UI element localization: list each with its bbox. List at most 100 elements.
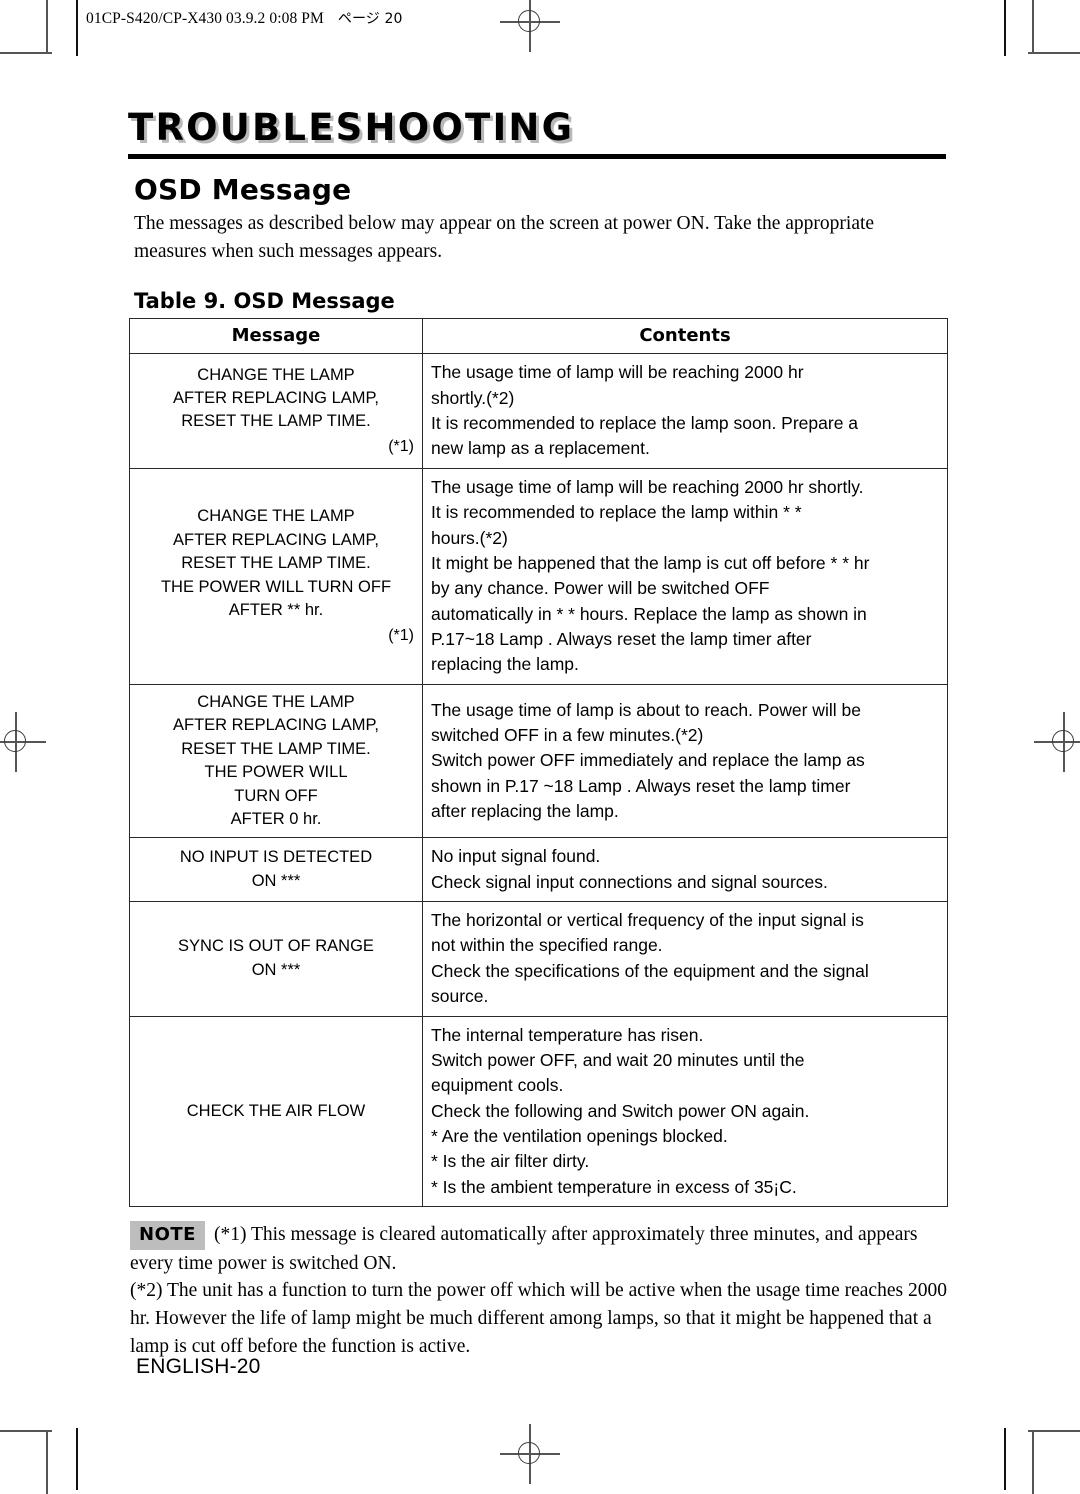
table-cell-contents: The internal temperature has risen. Swit… (422, 1015, 948, 1208)
page-footer: ENGLISH-20 (136, 1355, 261, 1378)
contents-line: * Are the ventilation openings blocked. (431, 1126, 728, 1147)
cropmark-bottom-right-vertical (1032, 1432, 1034, 1494)
table-row: CHANGE THE LAMP AFTER REPLACING LAMP, RE… (129, 353, 948, 469)
contents-line: after replacing the lamp. (431, 801, 619, 822)
page-rule-left-bottom (76, 1428, 78, 1490)
table-cell-contents: The usage time of lamp will be reaching … (422, 467, 948, 685)
registration-mark-right (1034, 712, 1080, 772)
contents-line: The usage time of lamp is about to reach… (431, 699, 861, 720)
contents-line: hours.(*2) (431, 527, 508, 548)
table-caption: Table 9. OSD Message (134, 289, 395, 314)
message-line: ON *** (251, 960, 301, 979)
contents-line: It is recommended to replace the lamp wi… (431, 502, 802, 523)
contents-line: P.17~18 Lamp . Always reset the lamp tim… (431, 629, 812, 650)
contents-line: switched OFF in a few minutes.(*2) (431, 725, 704, 746)
message-line: ON *** (251, 871, 301, 890)
contents-line: replacing the lamp. (431, 654, 579, 675)
contents-line: Check signal input connections and signa… (431, 871, 828, 892)
document-header-page-label: ページ 20 (337, 11, 403, 27)
message-footnote-ref: (*1) (388, 626, 414, 644)
message-line: NO INPUT IS DETECTED (179, 848, 373, 867)
table-cell-message: CHANGE THE LAMP AFTER REPLACING LAMP, RE… (129, 683, 423, 839)
note-paragraph-1: NOTE (*1) This message is cleared automat… (130, 1221, 948, 1277)
table-body: CHANGE THE LAMP AFTER REPLACING LAMP, RE… (129, 353, 948, 1208)
document-header-filename: 01CP-S420/CP-X430 03.9.2 0:08 PM (86, 10, 324, 27)
message-footnote-ref: (*1) (388, 437, 414, 455)
table-cell-message: NO INPUT IS DETECTED ON *** (129, 837, 423, 903)
message-line: AFTER REPLACING LAMP, (172, 716, 379, 735)
note-paragraph-2: (*2) The unit has a function to turn the… (130, 1277, 948, 1360)
table-cell-message: CHECK THE AIR FLOW (129, 1015, 423, 1208)
message-line: SYNC IS OUT OF RANGE (178, 937, 374, 956)
note-paragraph-1-text: (*1) This message is cleared automatical… (130, 1224, 918, 1274)
cropmark-bottom-right-horizontal (1028, 1430, 1080, 1432)
table-row: SYNC IS OUT OF RANGE ON *** The horizont… (129, 901, 948, 1017)
table-header-row: Message Contents (129, 318, 948, 355)
table-cell-contents: The usage time of lamp will be reaching … (422, 353, 948, 469)
message-line: RESET THE LAMP TIME. (181, 739, 371, 758)
note-block: NOTE (*1) This message is cleared automat… (130, 1221, 948, 1360)
message-line: CHANGE THE LAMP (197, 365, 355, 384)
cropmark-top-right-horizontal (1028, 52, 1080, 54)
contents-line: shown in P.17 ~18 Lamp . Always reset th… (431, 775, 851, 796)
page-rule-left-top (76, 0, 78, 56)
contents-line: Check the specifications of the equipmen… (431, 960, 869, 981)
table-cell-contents: No input signal found. Check signal inpu… (422, 837, 948, 903)
registration-mark-top (500, 0, 560, 52)
message-line: AFTER ** hr. (228, 601, 324, 620)
table-row: CHANGE THE LAMP AFTER REPLACING LAMP, RE… (129, 683, 948, 839)
contents-line: equipment cools. (431, 1075, 564, 1096)
table-cell-message: SYNC IS OUT OF RANGE ON *** (129, 901, 423, 1017)
message-line: AFTER 0 hr. (230, 809, 322, 828)
registration-mark-bottom (500, 1424, 560, 1484)
table-cell-contents: The usage time of lamp is about to reach… (422, 683, 948, 839)
table-header-contents: Contents (422, 318, 948, 355)
message-line: TURN OFF (234, 786, 318, 805)
cropmark-bottom-left-vertical (46, 1432, 48, 1494)
contents-line: new lamp as a replacement. (431, 438, 650, 459)
contents-line: The usage time of lamp will be reaching … (431, 476, 864, 497)
contents-line: by any chance. Power will be switched OF… (431, 578, 770, 599)
table-row: CHECK THE AIR FLOW The internal temperat… (129, 1015, 948, 1208)
contents-line: Check the following and Switch power ON … (431, 1100, 810, 1121)
message-line: AFTER REPLACING LAMP, (172, 530, 379, 549)
document-header: 01CP-S420/CP-X430 03.9.2 0:08 PM ページ 20 (86, 8, 402, 28)
message-line: CHANGE THE LAMP (197, 507, 355, 526)
contents-line: The internal temperature has risen. (431, 1024, 704, 1045)
chapter-title-underline (128, 153, 946, 159)
message-line: CHANGE THE LAMP (197, 692, 355, 711)
note-paragraph-2-text: (*2) The unit has a function to turn the… (130, 1280, 947, 1357)
contents-line: Switch power OFF immediately and replace… (431, 750, 865, 771)
page-rule-right-top (1004, 0, 1006, 56)
contents-line: not within the specified range. (431, 935, 663, 956)
message-line: RESET THE LAMP TIME. (181, 554, 371, 573)
cropmark-top-left-vertical (46, 0, 48, 52)
table-cell-message: CHANGE THE LAMP AFTER REPLACING LAMP, RE… (129, 467, 423, 685)
contents-line: The usage time of lamp will be reaching … (431, 362, 804, 383)
section-title: OSD Message (134, 172, 352, 206)
chapter-title: TROUBLESHOOTING (128, 106, 575, 149)
table-cell-message: CHANGE THE LAMP AFTER REPLACING LAMP, RE… (129, 353, 423, 469)
osd-message-table: Message Contents CHANGE THE LAMP AFTER R… (129, 318, 948, 1208)
contents-line: It is recommended to replace the lamp so… (431, 413, 859, 434)
message-line: RESET THE LAMP TIME. (181, 412, 371, 431)
cropmark-top-left-horizontal (0, 52, 52, 54)
table-row: NO INPUT IS DETECTED ON *** No input sig… (129, 837, 948, 903)
contents-line: shortly.(*2) (431, 387, 515, 408)
contents-line: automatically in * * hours. Replace the … (431, 603, 867, 624)
table-header-message: Message (129, 318, 423, 355)
contents-line: source. (431, 986, 489, 1007)
table-cell-contents: The horizontal or vertical frequency of … (422, 901, 948, 1017)
message-line: CHECK THE AIR FLOW (186, 1101, 366, 1120)
contents-line: It might be happened that the lamp is cu… (431, 552, 870, 573)
contents-line: * Is the ambient temperature in excess o… (431, 1176, 797, 1197)
page-content: TROUBLESHOOTING OSD Message The messages… (128, 108, 948, 1361)
message-line: THE POWER WILL (204, 763, 348, 782)
contents-line: No input signal found. (431, 846, 601, 867)
message-line: THE POWER WILL TURN OFF (160, 577, 392, 596)
table-row: CHANGE THE LAMP AFTER REPLACING LAMP, RE… (129, 467, 948, 685)
section-intro-text: The messages as described below may appe… (134, 212, 875, 262)
registration-mark-left (0, 712, 46, 772)
contents-line: * Is the air filter dirty. (431, 1151, 590, 1172)
contents-line: The horizontal or vertical frequency of … (431, 910, 864, 931)
